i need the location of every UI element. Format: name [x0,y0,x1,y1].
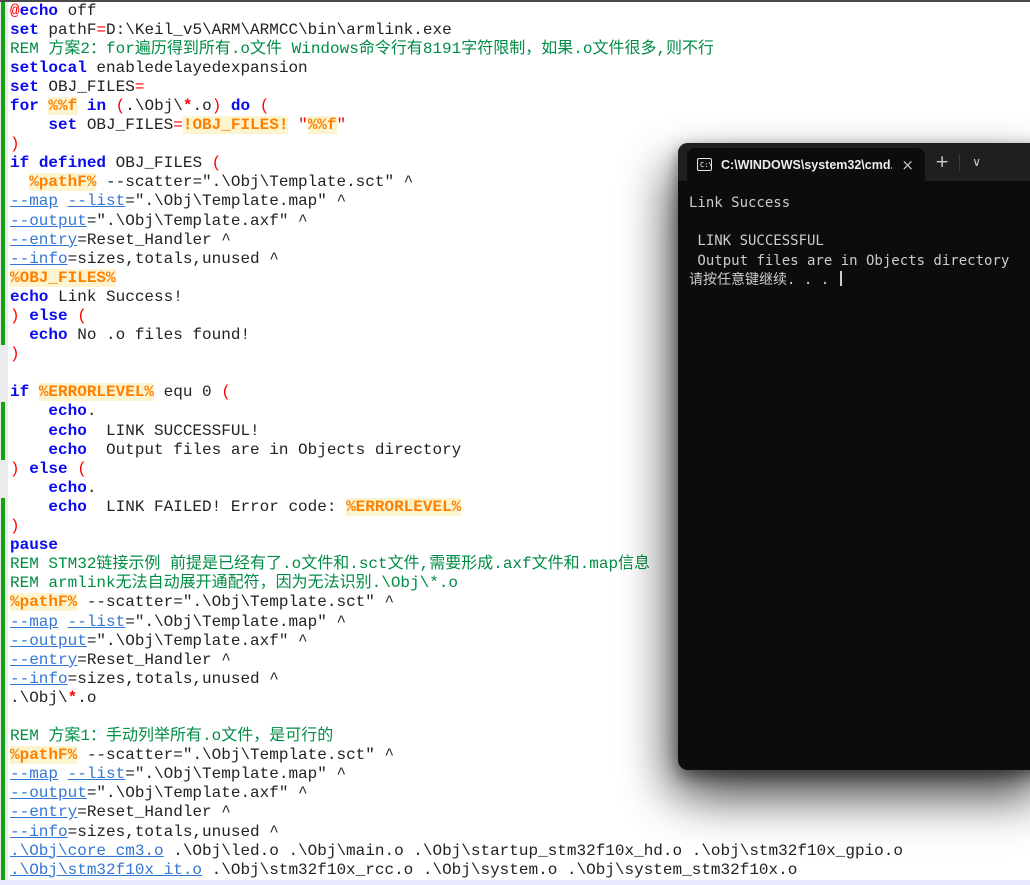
editor-line: --info=sizes,totals,unused ^ [10,823,1030,842]
change-marker [1,823,5,842]
change-marker [1,670,5,689]
change-marker [1,269,5,288]
close-icon[interactable]: × [898,156,917,174]
editor-line: REM 方案2：for遍历得到所有.o文件 Windows命令行有8191字符限… [10,40,1030,59]
editor-line: set pathF=D:\Keil_v5\ARM\ARMCC\bin\armli… [10,21,1030,40]
change-marker [1,708,5,727]
change-marker [1,173,5,192]
caret-line-highlight [0,880,1030,885]
editor-line: @echo off [10,2,1030,21]
editor-line: --entry=Reset_Handler ^ [10,803,1030,822]
change-marker [1,402,5,421]
change-marker [1,593,5,612]
terminal-cursor [840,271,842,286]
top-border [0,0,1030,2]
change-marker [1,116,5,135]
change-marker [1,746,5,765]
change-marker [1,441,5,460]
change-marker [1,326,5,345]
change-marker [1,861,5,880]
change-marker [1,40,5,59]
change-marker [1,555,5,574]
change-marker [1,97,5,116]
chevron-down-icon[interactable]: ∨ [960,155,993,169]
change-marker [1,574,5,593]
terminal-window: C:\ C:\WINDOWS\system32\cmd. × + ∨ Link … [678,143,1030,770]
change-marker [1,536,5,555]
editor-line: for %%f in (.\Obj\*.o) do ( [10,97,1030,116]
change-marker [1,231,5,250]
editor-line: --output=".\Obj\Template.axf" ^ [10,784,1030,803]
change-marker [1,784,5,803]
cmd-icon: C:\ [697,158,712,171]
change-marker [1,842,5,861]
change-marker [1,422,5,441]
terminal-content[interactable]: Link Success LINK SUCCESSFUL Output file… [678,181,1030,290]
change-marker [1,2,5,21]
change-marker [1,21,5,40]
terminal-line: LINK SUCCESSFUL [689,232,1030,251]
change-marker [1,154,5,173]
change-marker [1,727,5,746]
new-tab-button[interactable]: + [925,152,959,172]
terminal-line [689,213,1030,232]
change-marker [1,613,5,632]
terminal-tab-title: C:\WINDOWS\system32\cmd. [721,158,892,172]
change-marker [1,517,5,536]
change-marker [1,498,5,517]
change-marker [1,307,5,326]
terminal-tab-bar: C:\ C:\WINDOWS\system32\cmd. × + ∨ [678,143,1030,181]
change-marker [1,803,5,822]
terminal-line: 请按任意键继续. . . [689,271,1030,290]
change-marker [1,689,5,708]
editor-line: set OBJ_FILES=!OBJ_FILES! "%%f" [10,116,1030,135]
editor-line: .\Obj\core_cm3.o .\Obj\led.o .\Obj\main.… [10,842,1030,861]
change-marker [1,135,5,154]
editor-line: .\Obj\stm32f10x_it.o .\Obj\stm32f10x_rcc… [10,861,1030,880]
change-marker [1,212,5,231]
terminal-line: Link Success [689,194,1030,213]
change-marker [1,288,5,307]
change-marker [1,250,5,269]
terminal-line: Output files are in Objects directory [689,252,1030,271]
change-marker [1,651,5,670]
change-marker [1,78,5,97]
change-marker [1,192,5,211]
editor-line: setlocal enabledelayedexpansion [10,59,1030,78]
editor-line: set OBJ_FILES= [10,78,1030,97]
terminal-tab[interactable]: C:\ C:\WINDOWS\system32\cmd. × [687,148,925,181]
change-marker [1,59,5,78]
change-marker [1,765,5,784]
change-marker [1,632,5,651]
